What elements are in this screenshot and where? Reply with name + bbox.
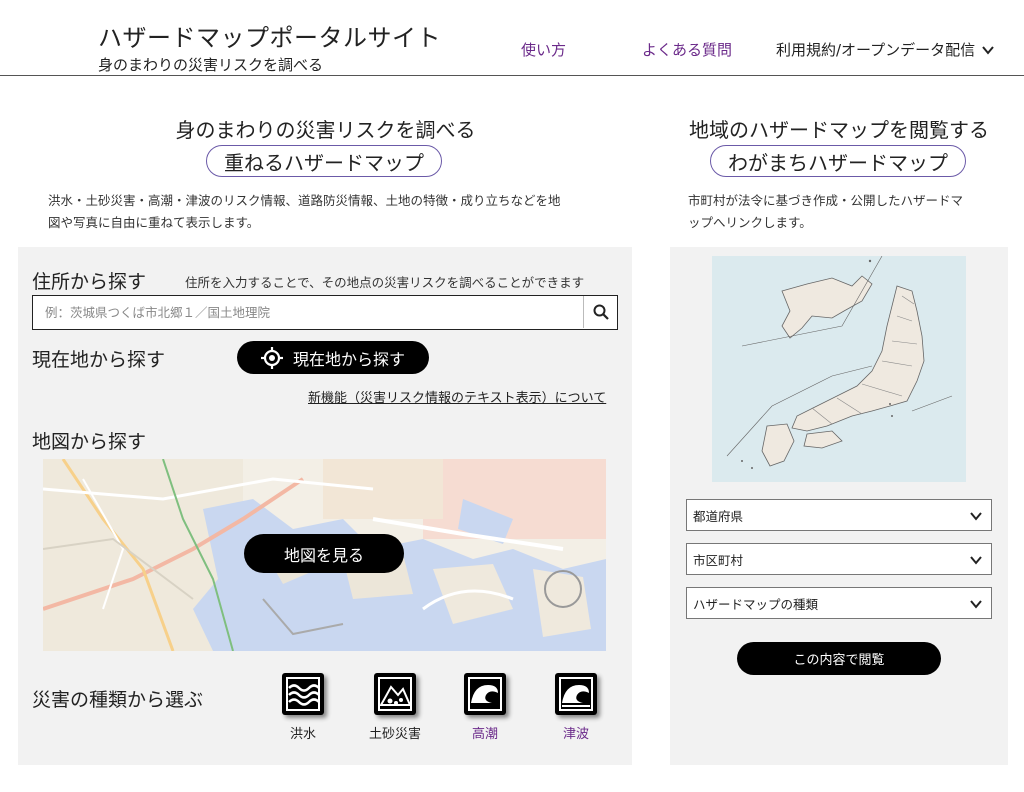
search-icon — [593, 304, 609, 320]
municipality-select[interactable]: 市区町村 — [686, 543, 992, 575]
new-feature-link[interactable]: 新機能（災害リスク情報のテキスト表示）について — [308, 387, 606, 406]
search-button[interactable] — [583, 296, 617, 328]
current-location-heading: 現在地から探す — [32, 349, 166, 371]
map-type-select-value: ハザードマップの種類 — [693, 596, 819, 612]
overlay-map-panel: 住所から探す 住所を入力することで、その地点の災害リスクを調べることができます … — [18, 247, 632, 765]
site-subtitle: 身のまわりの災害リスクを調べる — [98, 56, 324, 74]
disaster-type-tsunami[interactable]: 津波 — [544, 673, 608, 742]
nav-terms-label: 利用規約/オープンデータ配信 — [776, 41, 976, 59]
chevron-down-icon — [970, 512, 982, 521]
view-map-button[interactable]: 地図を見る — [244, 534, 404, 573]
right-description: 市町村が法令に基づき作成・公開したハザードマ ップへリンクします。 — [688, 190, 1008, 234]
crosshair-icon — [260, 346, 283, 369]
flood-icon — [282, 673, 324, 715]
disaster-type-label: 高潮 — [471, 727, 498, 742]
address-search-heading: 住所から探す — [32, 271, 147, 293]
prefecture-select[interactable]: 都道府県 — [686, 499, 992, 531]
right-description-line1: 市町村が法令に基づき作成・公開したハザードマ — [688, 193, 964, 208]
right-section-title: 地域のハザードマップを閲覧する — [689, 118, 989, 142]
left-description: 洪水・土砂災害・高潮・津波のリスク情報、道路防災情報、土地の特徴・成り立ちなどを… — [48, 190, 618, 234]
nav-terms-dropdown[interactable]: 利用規約/オープンデータ配信 — [776, 39, 995, 60]
disaster-type-label: 土砂災害 — [368, 727, 421, 742]
left-description-line1: 洪水・土砂災害・高潮・津波のリスク情報、道路防災情報、土地の特徴・成り立ちなどを… — [48, 193, 561, 208]
address-search-box — [32, 295, 618, 330]
disaster-type-label: 津波 — [562, 727, 589, 742]
chevron-down-icon — [970, 556, 982, 565]
tsunami-icon — [555, 673, 597, 715]
left-section-title: 身のまわりの災害リスクを調べる — [175, 118, 476, 142]
site-header: ハザードマップポータルサイト 身のまわりの災害リスクを調べる 使い方 よくある質… — [0, 0, 1024, 76]
disaster-type-label: 洪水 — [289, 727, 316, 742]
disaster-type-flood[interactable]: 洪水 — [271, 673, 335, 742]
site-title[interactable]: ハザードマップポータルサイト — [98, 18, 441, 53]
disaster-type-storm-surge[interactable]: 高潮 — [453, 673, 517, 742]
landslide-icon — [374, 673, 416, 715]
address-search-note: 住所を入力することで、その地点の災害リスクを調べることができます — [185, 275, 585, 290]
local-hazard-map-pill[interactable]: わがまちハザードマップ — [710, 145, 966, 177]
chevron-down-icon — [970, 600, 982, 609]
current-location-button-label: 現在地から探す — [292, 349, 405, 369]
current-location-button[interactable]: 現在地から探す — [237, 341, 429, 374]
local-map-panel: 都道府県 市区町村 ハザードマップの種類 この内容で閲覧 — [670, 247, 1008, 765]
municipality-select-value: 市区町村 — [693, 552, 744, 568]
address-search-input[interactable] — [33, 296, 583, 328]
map-search-heading: 地図から探す — [32, 431, 147, 453]
overlay-hazard-map-pill[interactable]: 重ねるハザードマップ — [206, 145, 442, 177]
nav-howto-link[interactable]: 使い方 — [521, 39, 566, 60]
japan-map-illustration — [726, 255, 953, 469]
prefecture-select-value: 都道府県 — [693, 508, 744, 524]
disaster-type-heading: 災害の種類から選ぶ — [32, 689, 204, 711]
right-description-line2: ップへリンクします。 — [688, 215, 812, 230]
storm-surge-icon — [464, 673, 506, 715]
nav-faq-link[interactable]: よくある質問 — [642, 39, 732, 60]
left-description-line2: 図や写真に自由に重ねて表示します。 — [48, 215, 260, 230]
chevron-down-icon — [982, 45, 994, 55]
japan-map[interactable] — [712, 255, 966, 482]
disaster-type-landslide[interactable]: 土砂災害 — [363, 673, 427, 742]
view-local-map-button[interactable]: この内容で閲覧 — [737, 642, 941, 675]
map-type-select[interactable]: ハザードマップの種類 — [686, 587, 992, 619]
